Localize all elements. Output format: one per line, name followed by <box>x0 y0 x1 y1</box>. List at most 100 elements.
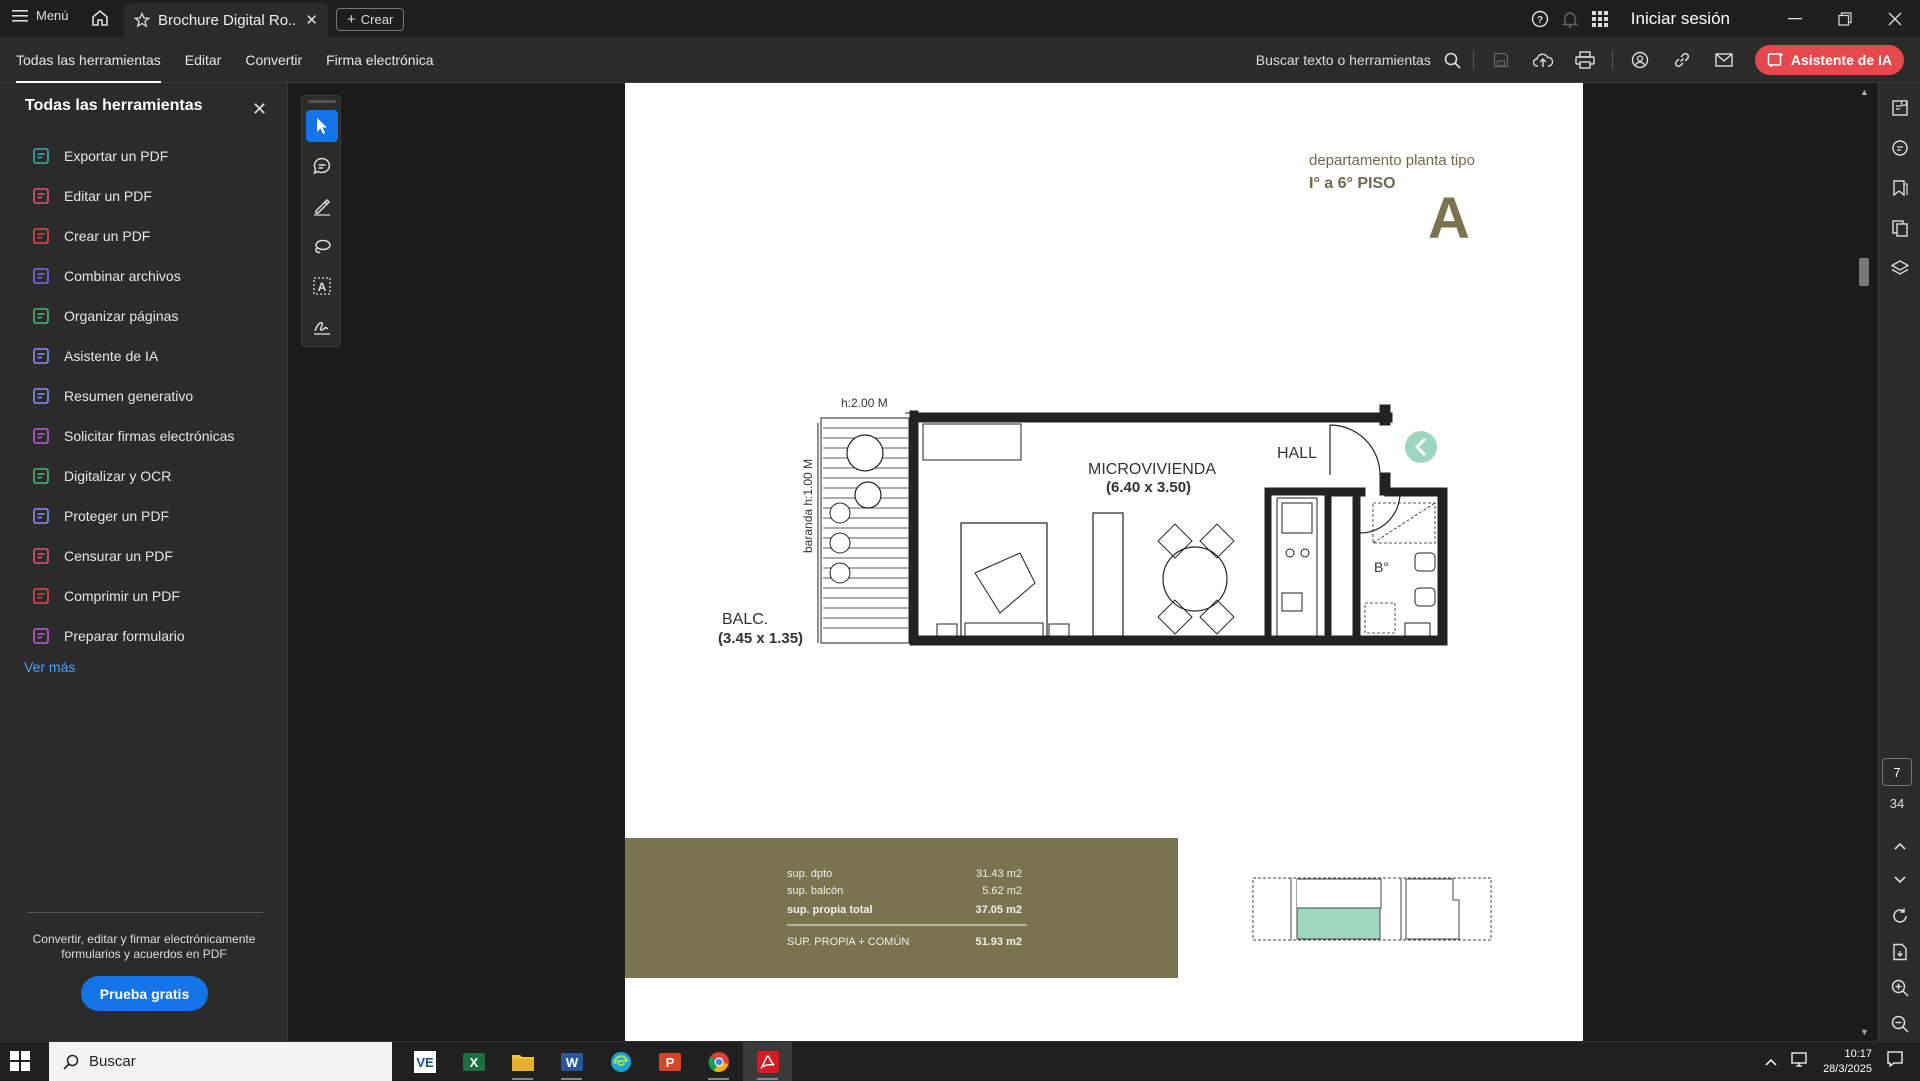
text-box-icon[interactable]: A <box>306 270 338 302</box>
network-icon[interactable] <box>1791 1051 1809 1072</box>
taskbar-excel-icon[interactable]: X <box>449 1042 498 1081</box>
taskbar-search-label: Buscar <box>89 1053 136 1070</box>
unit-letter: A <box>1428 186 1470 251</box>
tray-overflow-chevron-icon[interactable] <box>1765 1053 1777 1071</box>
page-down-icon[interactable] <box>1887 867 1913 893</box>
ai-assistant-icon <box>32 347 50 365</box>
print-icon[interactable] <box>1564 37 1606 83</box>
taskbar-acrobat-icon[interactable] <box>743 1042 792 1081</box>
drag-handle[interactable] <box>308 100 336 103</box>
label-balcony-dims: (3.45 x 1.35) <box>718 630 803 647</box>
highlight-pen-icon[interactable] <box>306 190 338 222</box>
document-tab[interactable]: Brochure Digital Ro... ✕ <box>124 3 328 37</box>
email-icon[interactable] <box>1703 37 1745 83</box>
tab-all-tools[interactable]: Todas las herramientas <box>16 37 161 83</box>
free-trial-button[interactable]: Prueba gratis <box>81 976 208 1011</box>
tool-item[interactable]: Digitalizar y OCR <box>32 456 234 496</box>
rotate-icon[interactable] <box>1887 903 1913 929</box>
zoom-in-icon[interactable] <box>1887 975 1913 1001</box>
apps-grid-icon[interactable] <box>1585 0 1615 37</box>
create-button[interactable]: + Crear <box>336 8 405 31</box>
sign-tool-icon[interactable] <box>306 310 338 342</box>
taskbar-app-vm-icon[interactable]: VE <box>400 1042 449 1081</box>
tool-item[interactable]: Editar un PDF <box>32 176 234 216</box>
taskbar-file-explorer-icon[interactable] <box>498 1042 547 1081</box>
zoom-out-icon[interactable] <box>1887 1011 1913 1037</box>
title-bar: Menú Brochure Digital Ro... ✕ + Crear ? … <box>0 0 1920 37</box>
pdf-page: departamento planta tipo I° a 6° PISO A <box>625 83 1583 1041</box>
select-tool-icon[interactable] <box>306 110 338 142</box>
bookmarks-icon[interactable] <box>1887 175 1913 201</box>
upload-cloud-icon[interactable] <box>1522 37 1564 83</box>
tool-item[interactable]: Organizar páginas <box>32 296 234 336</box>
minimize-button[interactable] <box>1770 0 1820 37</box>
scroll-thumb[interactable] <box>1859 258 1869 286</box>
ai-assistant-button[interactable]: Asistente de IA <box>1754 45 1904 75</box>
taskbar-edge-icon[interactable] <box>596 1042 645 1081</box>
save-page-icon[interactable] <box>1887 939 1913 965</box>
menu-button[interactable]: Menú <box>12 8 69 23</box>
tool-item-label: Exportar un PDF <box>64 148 169 164</box>
tool-item[interactable]: Proteger un PDF <box>32 496 234 536</box>
tool-item[interactable]: Solicitar firmas electrónicas <box>32 416 234 456</box>
vertical-scrollbar[interactable]: ▲ ▼ <box>1855 83 1873 1041</box>
tab-edit[interactable]: Editar <box>185 37 222 83</box>
tool-item[interactable]: Resumen generativo <box>32 376 234 416</box>
tool-item[interactable]: Asistente de IA <box>32 336 234 376</box>
page-up-icon[interactable] <box>1887 833 1913 859</box>
tool-item[interactable]: Comprimir un PDF <box>32 576 234 616</box>
comments-panel-icon[interactable] <box>1887 135 1913 161</box>
star-icon[interactable] <box>134 12 150 28</box>
tool-item-label: Editar un PDF <box>64 188 152 204</box>
layers-icon[interactable] <box>1887 255 1913 281</box>
tab-convert[interactable]: Convertir <box>245 37 302 83</box>
sign-in-link[interactable]: Iniciar sesión <box>1631 9 1730 29</box>
panel-title: Todas las herramientas <box>25 97 203 114</box>
label-balcony: BALC. <box>722 611 768 628</box>
tool-item-label: Digitalizar y OCR <box>64 468 172 484</box>
windows-start-icon[interactable] <box>10 1051 30 1076</box>
area-value-3: 37.05 m2 <box>976 904 1022 916</box>
main-toolbar: Todas las herramientas Editar Convertir … <box>0 37 1920 83</box>
search-icon[interactable] <box>1439 37 1467 83</box>
share-user-icon[interactable] <box>1619 37 1661 83</box>
taskbar-word-icon[interactable]: W <box>547 1042 596 1081</box>
tool-item[interactable]: Exportar un PDF <box>32 136 234 176</box>
save-icon[interactable] <box>1480 37 1522 83</box>
taskbar-search[interactable]: Buscar <box>49 1042 392 1081</box>
home-icon[interactable] <box>90 8 110 33</box>
current-page-input[interactable]: 7 <box>1882 758 1912 786</box>
search-tools-label[interactable]: Buscar texto o herramientas <box>1256 52 1431 68</box>
notification-center-icon[interactable] <box>1886 1050 1904 1073</box>
taskbar-chrome-icon[interactable] <box>694 1042 743 1081</box>
tool-item[interactable]: Combinar archivos <box>32 256 234 296</box>
scroll-down-arrow-icon[interactable]: ▼ <box>1860 1027 1869 1037</box>
taskbar-powerpoint-icon[interactable]: P <box>645 1042 694 1081</box>
lasso-draw-icon[interactable] <box>306 230 338 262</box>
area-label-1: sup. dpto <box>787 868 832 880</box>
link-icon[interactable] <box>1661 37 1703 83</box>
close-tab-icon[interactable]: ✕ <box>305 11 318 29</box>
tool-item[interactable]: Preparar formulario <box>32 616 234 656</box>
system-clock[interactable]: 10:17 28/3/2025 <box>1823 1047 1872 1077</box>
page-thumbnails-icon[interactable] <box>1887 95 1913 121</box>
tool-item[interactable]: Crear un PDF <box>32 216 234 256</box>
see-more-link[interactable]: Ver más <box>24 659 75 675</box>
label-room: MICROVIVIENDA <box>1088 461 1216 478</box>
tab-e-signature[interactable]: Firma electrónica <box>326 37 433 83</box>
tool-item[interactable]: Censurar un PDF <box>32 536 234 576</box>
comment-tool-icon[interactable] <box>306 150 338 182</box>
back-arrow-icon[interactable] <box>1405 431 1437 463</box>
restore-button[interactable] <box>1820 0 1870 37</box>
ai-assistant-label: Asistente de IA <box>1790 52 1892 68</box>
scroll-up-arrow-icon[interactable]: ▲ <box>1860 87 1869 97</box>
pages-icon[interactable] <box>1887 215 1913 241</box>
compress-pdf-icon <box>32 587 50 605</box>
help-icon[interactable]: ? <box>1525 0 1555 37</box>
right-tool-rail <box>1878 83 1920 1041</box>
close-panel-icon[interactable]: ✕ <box>252 99 267 120</box>
label-room-dims: (6.40 x 3.50) <box>1106 479 1191 496</box>
close-window-button[interactable] <box>1870 0 1920 37</box>
notifications-icon[interactable] <box>1555 0 1585 37</box>
combine-files-icon <box>32 267 50 285</box>
